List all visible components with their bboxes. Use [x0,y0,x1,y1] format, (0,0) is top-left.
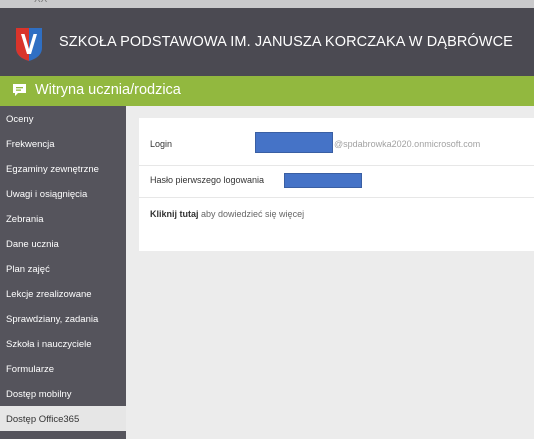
sidebar-item-plan-zajec[interactable]: Plan zajęć [0,256,126,281]
sidebar-item-office365[interactable]: Dostęp Office365 [0,406,126,431]
office365-panel: Login @spdabrowka2020.onmicrosoft.com Ha… [139,118,534,251]
sidebar-item-oceny[interactable]: Oceny [0,106,126,131]
more-info: Kliknij tutaj aby dowiedzieć się więcej [150,209,304,219]
sidebar-item-dostep-mobilny[interactable]: Dostęp mobilny [0,381,126,406]
school-name: SZKOŁA PODSTAWOWA IM. JANUSZA KORCZAKA W… [59,34,513,50]
school-logo-icon [16,28,42,61]
password-row: Hasło pierwszego logowania [139,165,534,198]
section-bar: Witryna ucznia/rodzica [0,76,534,106]
login-redaction [255,132,333,153]
window-top-strip: XX [0,0,534,8]
chat-icon [13,84,26,96]
password-redaction [284,173,362,188]
sidebar-item-dane-ucznia[interactable]: Dane ucznia [0,231,126,256]
sidebar-item-lekcje[interactable]: Lekcje zrealizowane [0,281,126,306]
sidebar-menu: Oceny Frekwencja Egzaminy zewnętrzne Uwa… [0,106,126,439]
school-header: SZKOŁA PODSTAWOWA IM. JANUSZA KORCZAKA W… [0,8,534,76]
sidebar-item-zebrania[interactable]: Zebrania [0,206,126,231]
login-row: Login @spdabrowka2020.onmicrosoft.com [139,118,534,166]
more-info-text: aby dowiedzieć się więcej [198,209,305,219]
partial-text: XX [34,0,47,5]
login-label: Login [150,139,173,149]
login-domain: @spdabrowka2020.onmicrosoft.com [334,139,481,149]
sidebar-item-formularze[interactable]: Formularze [0,356,126,381]
sidebar-item-szkola[interactable]: Szkoła i nauczyciele [0,331,126,356]
section-title: Witryna ucznia/rodzica [35,82,181,98]
more-info-link[interactable]: Kliknij tutaj [150,209,199,219]
sidebar-item-frekwencja[interactable]: Frekwencja [0,131,126,156]
sidebar-item-uwagi[interactable]: Uwagi i osiągnięcia [0,181,126,206]
sidebar-item-egzaminy[interactable]: Egzaminy zewnętrzne [0,156,126,181]
password-label: Hasło pierwszego logowania [150,175,265,185]
sidebar-item-sprawdziany[interactable]: Sprawdziany, zadania [0,306,126,331]
